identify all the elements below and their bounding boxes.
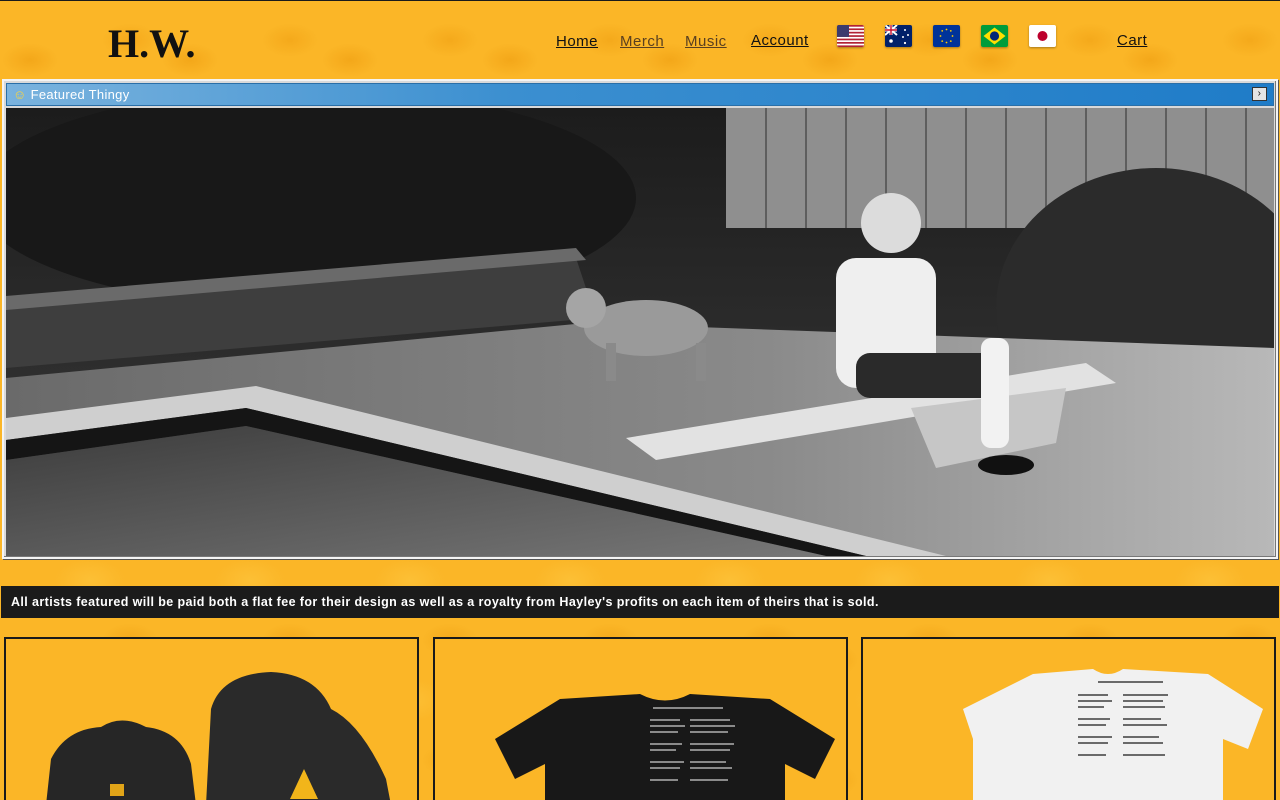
nav-home[interactable]: Home bbox=[556, 33, 598, 50]
site-logo[interactable]: H.W. bbox=[108, 17, 204, 66]
nav-music[interactable]: Music bbox=[685, 33, 727, 50]
eu-flag-icon[interactable] bbox=[933, 25, 960, 47]
product-card-hoodies[interactable] bbox=[4, 637, 419, 800]
product-card-black-tee[interactable] bbox=[433, 637, 848, 800]
product-card-white-tee[interactable] bbox=[861, 637, 1276, 800]
featured-titlebar: ☺ Featured Thingy › bbox=[6, 83, 1274, 106]
australia-flag-icon[interactable] bbox=[885, 25, 912, 47]
nav-account[interactable]: Account bbox=[751, 32, 809, 49]
nav-merch[interactable]: Merch bbox=[620, 33, 664, 50]
brazil-flag-icon[interactable] bbox=[981, 25, 1008, 47]
featured-window: ☺ Featured Thingy › bbox=[2, 79, 1278, 559]
smiley-icon: ☺ bbox=[13, 87, 27, 102]
logo-text: H.W. bbox=[108, 21, 195, 65]
site-header: H.W. Home Merch Music Account Cart bbox=[0, 0, 1280, 80]
featured-photo[interactable] bbox=[6, 108, 1274, 556]
featured-title: Featured Thingy bbox=[30, 87, 130, 102]
next-button[interactable]: › bbox=[1252, 87, 1267, 101]
japan-flag-icon[interactable] bbox=[1029, 25, 1056, 47]
nav-cart[interactable]: Cart bbox=[1117, 32, 1147, 49]
us-flag-icon[interactable] bbox=[837, 25, 864, 47]
artist-royalty-notice: All artists featured will be paid both a… bbox=[1, 586, 1279, 618]
